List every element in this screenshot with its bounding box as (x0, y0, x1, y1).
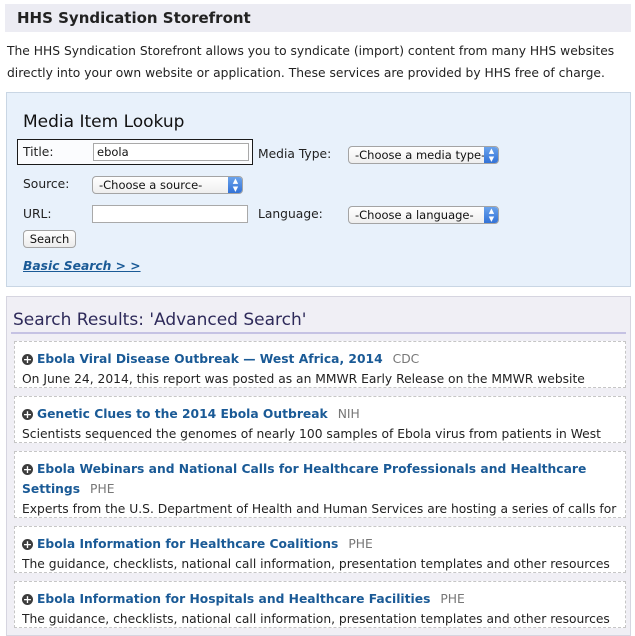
source-label: Source: (23, 177, 70, 191)
result-item: + Genetic Clues to the 2014 Ebola Outbrea… (14, 396, 626, 443)
chevron-updown-icon: ▲ ▼ (484, 207, 498, 223)
title-field-group: Title: (17, 139, 253, 165)
results-heading: Search Results: 'Advanced Search' (13, 310, 307, 330)
expand-plus-icon[interactable]: + (22, 539, 33, 550)
chevron-updown-icon: ▲ ▼ (484, 147, 498, 163)
title-input[interactable] (93, 143, 249, 161)
lookup-title: Media Item Lookup (23, 112, 185, 132)
media-lookup-panel: Media Item Lookup Title: Media Type: -Ch… (6, 92, 631, 287)
expand-plus-icon[interactable]: + (22, 464, 33, 475)
search-button[interactable]: Search (23, 230, 76, 248)
media-type-select[interactable]: -Choose a media type- ▲ ▼ (348, 146, 499, 164)
page-title: HHS Syndication Storefront (5, 4, 631, 32)
results-divider (11, 332, 626, 334)
chevron-updown-icon: ▲ ▼ (228, 177, 242, 193)
expand-plus-icon[interactable]: + (22, 594, 33, 605)
url-label: URL: (23, 207, 52, 221)
result-item: + Ebola Information for Hospitals and Hea… (14, 581, 626, 628)
result-description: The guidance, checklists, national call … (22, 612, 610, 626)
media-type-label: Media Type: (258, 147, 332, 161)
expand-plus-icon[interactable]: + (22, 354, 33, 365)
source-value: -Choose a source- (99, 178, 203, 192)
expand-plus-icon[interactable]: + (22, 409, 33, 420)
result-item: + Ebola Information for Healthcare Coalit… (14, 526, 626, 573)
title-label: Title: (23, 145, 54, 159)
language-value: -Choose a language- (355, 208, 474, 222)
result-title-link[interactable]: Ebola Information for Healthcare Coaliti… (37, 537, 338, 551)
result-description: The guidance, checklists, national call … (22, 557, 610, 571)
language-select[interactable]: -Choose a language- ▲ ▼ (348, 206, 499, 224)
media-type-value: -Choose a media type- (355, 148, 486, 162)
result-title-link[interactable]: Ebola Viral Disease Outbreak — West Afri… (37, 352, 383, 366)
basic-search-link[interactable]: Basic Search > > (23, 259, 141, 273)
result-item: + Ebola Webinars and National Calls for H… (14, 451, 626, 518)
intro-text: The HHS Syndication Storefront allows yo… (7, 44, 615, 80)
search-results-panel: Search Results: 'Advanced Search' + Ebola… (6, 296, 631, 636)
url-input[interactable] (92, 205, 248, 223)
result-source: PHE (348, 537, 373, 551)
result-title-link[interactable]: Ebola Information for Hospitals and Heal… (37, 592, 430, 606)
result-description: Scientists sequenced the genomes of near… (22, 427, 601, 441)
result-source: NIH (337, 407, 360, 421)
source-select[interactable]: -Choose a source- ▲ ▼ (92, 176, 243, 194)
result-title-link[interactable]: Genetic Clues to the 2014 Ebola Outbreak (37, 407, 328, 421)
result-source: PHE (440, 592, 465, 606)
result-item: + Ebola Viral Disease Outbreak — West Afr… (14, 341, 626, 388)
language-label: Language: (258, 207, 323, 221)
result-description: Experts from the U.S. Department of Heal… (22, 502, 617, 516)
result-description: On June 24, 2014, this report was posted… (22, 372, 585, 386)
result-source: CDC (392, 352, 420, 366)
result-source: PHE (90, 482, 115, 496)
